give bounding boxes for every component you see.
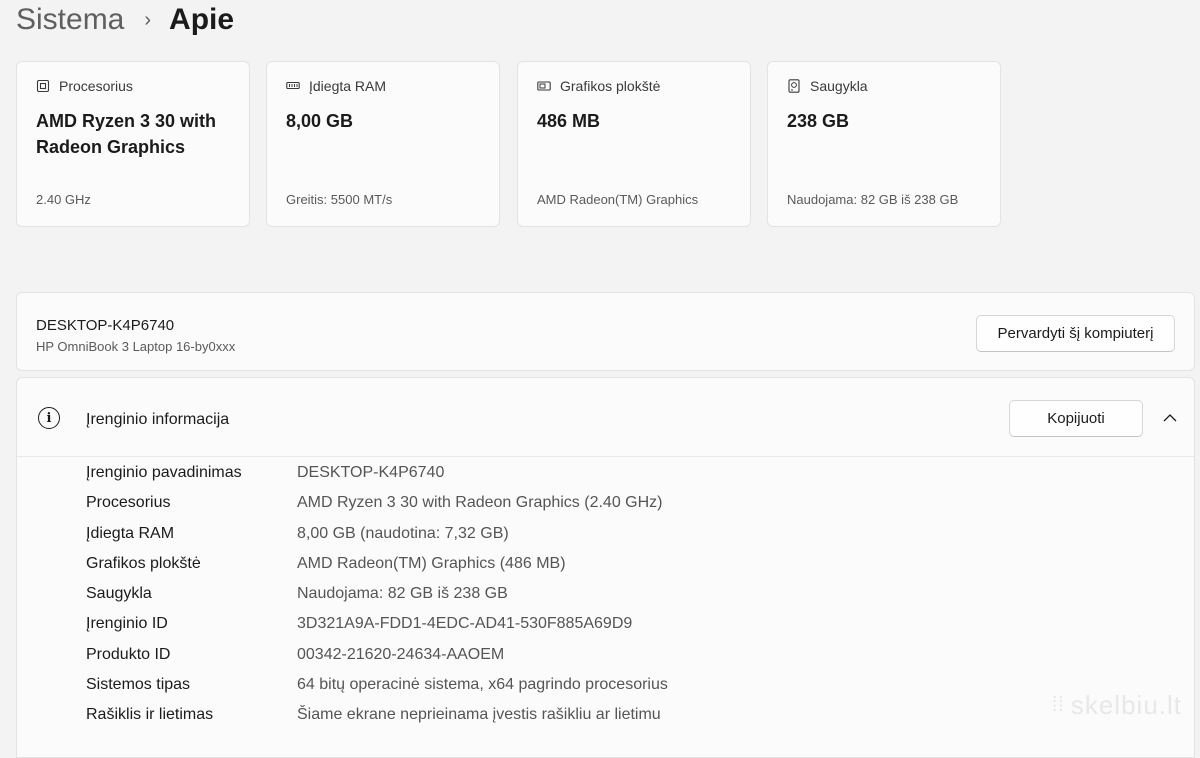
card-value: 238 GB [787, 111, 850, 131]
card-label: Saugykla [810, 78, 868, 94]
gpu-icon [537, 79, 551, 93]
card-value: 8,00 GB [286, 111, 354, 131]
watermark: ⁞⁞ skelbiu.lt [1052, 690, 1182, 721]
card-value: 486 MB [537, 111, 601, 131]
info-key: Rašiklis ir lietimas [86, 706, 214, 724]
device-info-header[interactable]: i Įrenginio informacija Kopijuoti [17, 378, 1194, 457]
card-subtext: Greitis: 5500 MT/s [286, 192, 393, 207]
card-subtext: 2.40 GHz [36, 192, 91, 207]
info-row-device-id: Įrenginio ID 3D321A9A-FDD1-4EDC-AD41-530… [17, 609, 1194, 639]
spec-card-processor: Procesorius AMD Ryzen 3 30 with Radeon G… [16, 61, 250, 227]
info-key: Įdiegta RAM [86, 524, 175, 542]
info-key: Sistemos tipas [86, 676, 191, 694]
rename-pc-button[interactable]: Pervardyti šį kompiuterį [976, 315, 1175, 352]
info-row-gpu: Grafikos plokštė AMD Radeon(TM) Graphics… [17, 549, 1194, 579]
card-label: Procesorius [59, 78, 133, 94]
card-value: AMD Ryzen 3 30 with Radeon Graphics [36, 111, 217, 157]
info-row-system-type: Sistemos tipas 64 bitų operacinė sistema… [17, 670, 1194, 700]
info-value: Šiame ekrane neprieinama įvestis rašikli… [297, 706, 661, 724]
ram-icon [286, 79, 300, 93]
device-info-title: Įrenginio informacija [86, 411, 230, 428]
info-row-product-id: Produkto ID 00342-21620-24634-AAOEM [17, 640, 1194, 670]
info-key: Grafikos plokštė [86, 554, 201, 572]
info-row-storage: Saugykla Naudojama: 82 GB iš 238 GB [17, 579, 1194, 609]
device-model: HP OmniBook 3 Laptop 16-by0xxx [36, 339, 236, 354]
spec-card-gpu: Grafikos plokštė 486 MB AMD Radeon(TM) G… [517, 61, 751, 227]
info-value: 64 bitų operacinė sistema, x64 pagrindo … [297, 676, 668, 694]
info-key: Procesorius [86, 494, 171, 512]
info-row-pen-touch: Rašiklis ir lietimas Šiame ekrane neprie… [17, 700, 1194, 730]
device-name: DESKTOP-K4P6740 [36, 317, 175, 334]
info-row-ram: Įdiegta RAM 8,00 GB (naudotina: 7,32 GB) [17, 519, 1194, 549]
info-value: 3D321A9A-FDD1-4EDC-AD41-530F885A69D9 [297, 615, 633, 633]
chevron-right-icon: › [144, 8, 152, 31]
watermark-text: skelbiu.lt [1070, 690, 1182, 720]
card-label: Grafikos plokštė [560, 78, 661, 94]
info-value: AMD Radeon(TM) Graphics (486 MB) [297, 554, 566, 572]
card-label: Įdiegta RAM [309, 78, 387, 94]
device-info-list: Įrenginio pavadinimas DESKTOP-K4P6740 Pr… [17, 458, 1194, 731]
info-key: Įrenginio pavadinimas [86, 464, 242, 481]
chevron-up-icon[interactable] [1160, 408, 1180, 428]
device-info-panel: i Įrenginio informacija Kopijuoti Įrengi… [16, 377, 1195, 758]
info-key: Produkto ID [86, 645, 171, 663]
device-name-panel: DESKTOP-K4P6740 HP OmniBook 3 Laptop 16-… [16, 292, 1195, 371]
card-subtext: Naudojama: 82 GB iš 238 GB [787, 192, 959, 207]
info-value: Naudojama: 82 GB iš 238 GB [297, 585, 508, 603]
copy-button[interactable]: Kopijuoti [1009, 400, 1143, 437]
info-value: DESKTOP-K4P6740 [297, 464, 445, 481]
card-subtext: AMD Radeon(TM) Graphics [537, 192, 699, 207]
spec-card-ram: Įdiegta RAM 8,00 GB Greitis: 5500 MT/s [266, 61, 500, 227]
info-row-device-name: Įrenginio pavadinimas DESKTOP-K4P6740 [17, 458, 1194, 488]
settings-about-page: Sistema › Apie Procesorius AMD Ryzen 3 3… [0, 0, 1200, 758]
spec-card-storage: Saugykla 238 GB Naudojama: 82 GB iš 238 … [767, 61, 1001, 227]
info-value: 8,00 GB (naudotina: 7,32 GB) [297, 524, 509, 542]
info-key: Saugykla [86, 585, 152, 603]
cpu-icon [36, 79, 50, 93]
info-value: AMD Ryzen 3 30 with Radeon Graphics (2.4… [297, 494, 663, 512]
breadcrumb-parent[interactable]: Sistema [16, 3, 124, 37]
info-icon: i [38, 407, 60, 429]
info-row-processor: Procesorius AMD Ryzen 3 30 with Radeon G… [17, 488, 1194, 518]
breadcrumb: Sistema › Apie [16, 0, 234, 40]
info-key: Įrenginio ID [86, 615, 168, 633]
page-title: Apie [169, 3, 235, 36]
storage-icon [787, 79, 801, 93]
info-value: 00342-21620-24634-AAOEM [297, 645, 505, 663]
watermark-logo-icon: ⁞⁞ [1051, 694, 1065, 716]
